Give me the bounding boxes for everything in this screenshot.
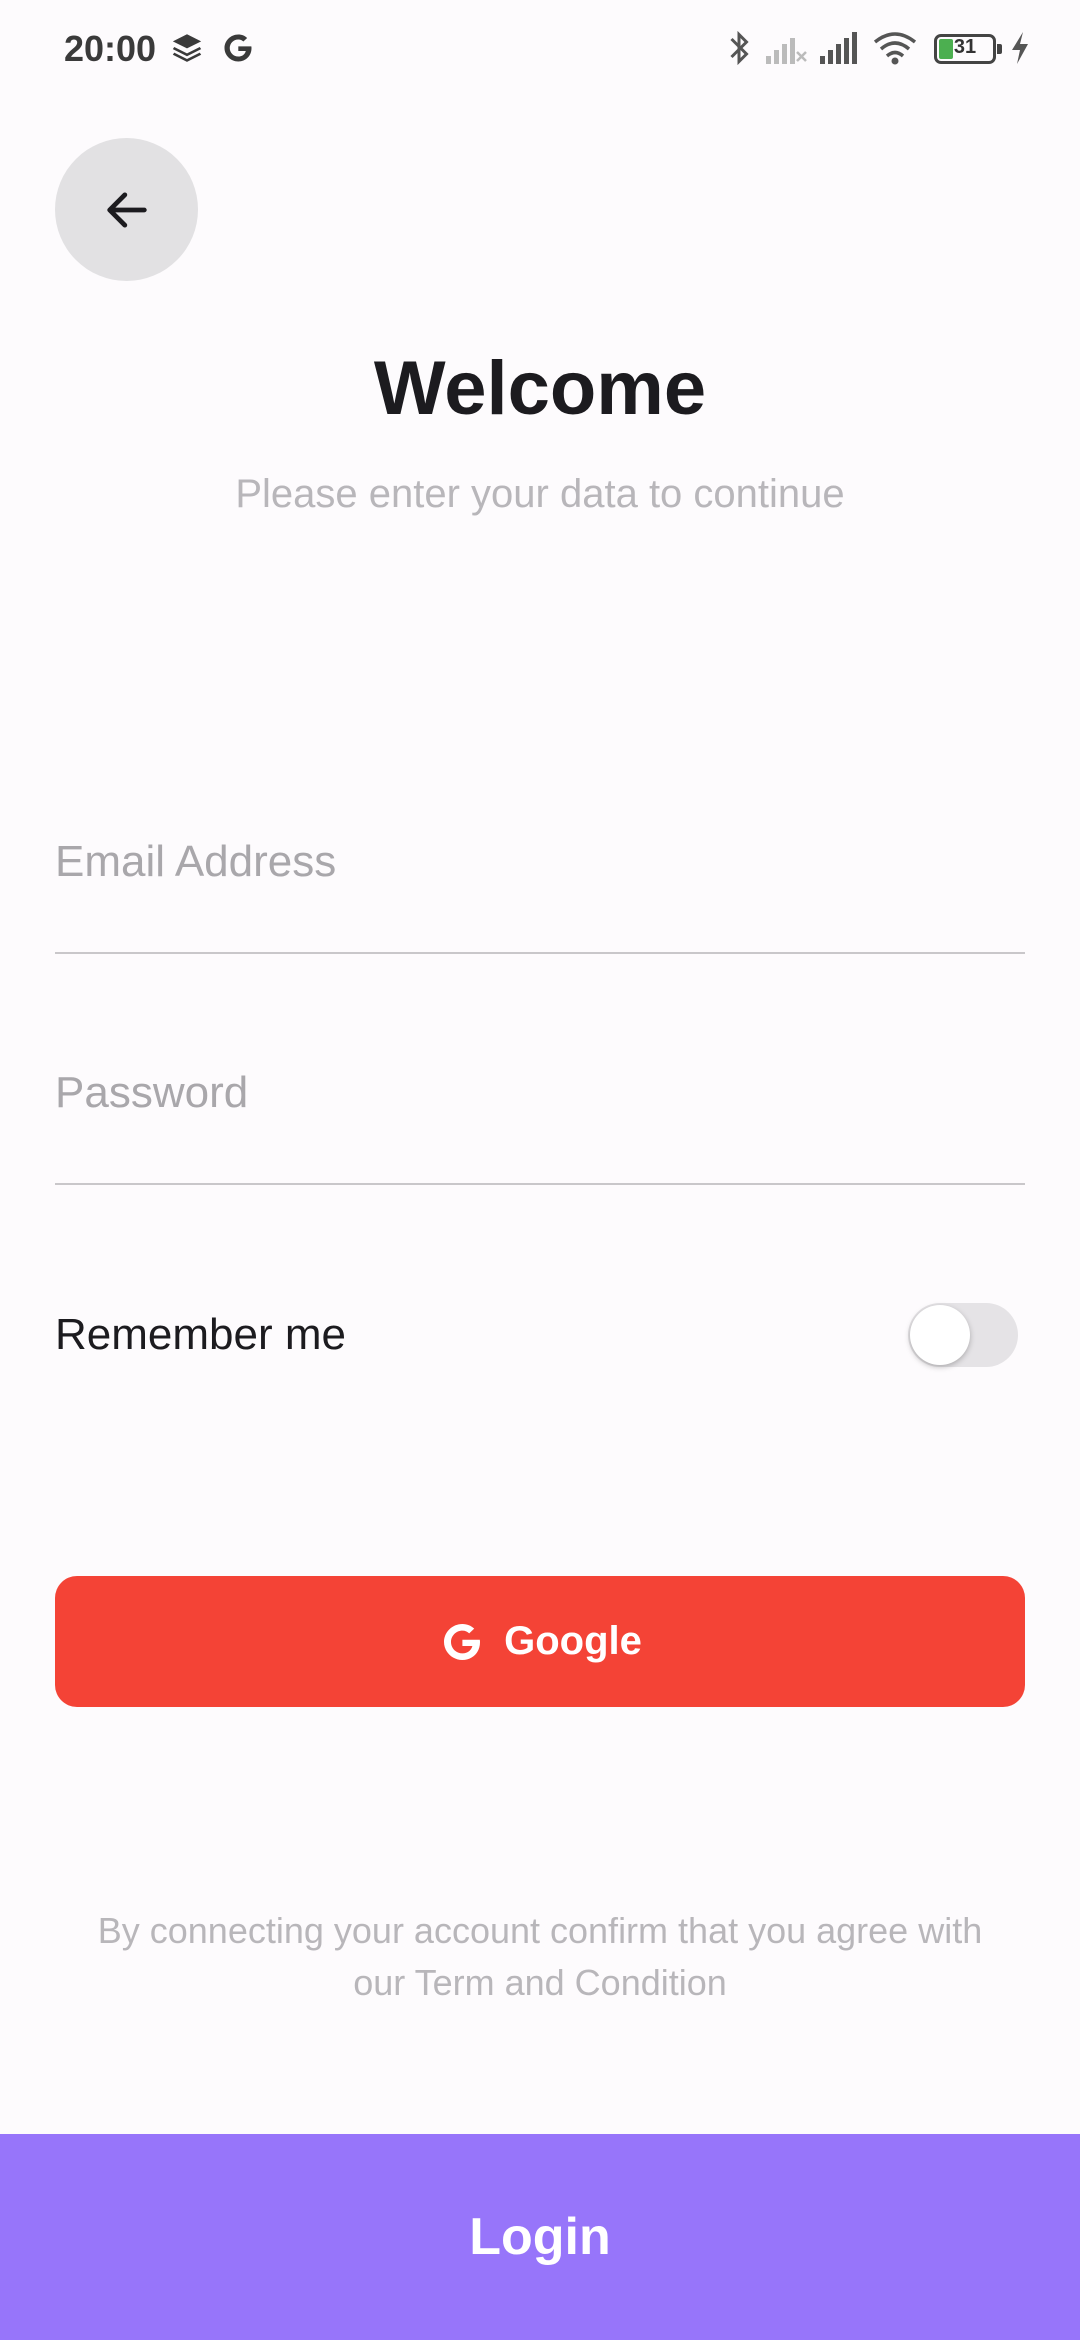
remember-me-toggle[interactable]: [908, 1303, 1018, 1367]
password-field[interactable]: [55, 1053, 1025, 1133]
email-field[interactable]: [55, 822, 1025, 902]
terms-line-1: By connecting your account confirm that …: [97, 1910, 983, 1951]
login-button-label: Login: [469, 2208, 611, 2266]
toggle-knob: [910, 1305, 970, 1365]
status-bar: 20:00 31: [0, 0, 1080, 100]
signal-no-service-icon: [766, 38, 807, 64]
page-title: Welcome: [373, 346, 707, 431]
terms-line-2[interactable]: our Term and Condition: [60, 1957, 1020, 2009]
charging-icon: [1012, 32, 1028, 64]
battery-icon: 31: [934, 34, 1002, 64]
battery-level: 31: [953, 36, 977, 58]
layers-icon: [172, 34, 202, 62]
bluetooth-icon: [730, 30, 749, 66]
page-subtitle: Please enter your data to continue: [235, 472, 845, 516]
google-button-label: Google: [504, 1619, 642, 1663]
google-g-icon: [444, 1623, 481, 1660]
back-button[interactable]: [55, 138, 198, 281]
email-underline: [55, 952, 1025, 954]
status-time: 20:00: [64, 28, 157, 69]
remember-me-label: Remember me: [55, 1310, 346, 1359]
wifi-icon: [873, 32, 917, 65]
google-signin-button[interactable]: Google: [55, 1576, 1025, 1707]
google-g-icon: [224, 34, 252, 62]
signal-icon: [820, 32, 857, 64]
login-button[interactable]: Login: [0, 2134, 1080, 2340]
terms-text: By connecting your account confirm that …: [60, 1905, 1020, 2009]
password-underline: [55, 1183, 1025, 1185]
arrow-left-icon: [106, 191, 147, 228]
